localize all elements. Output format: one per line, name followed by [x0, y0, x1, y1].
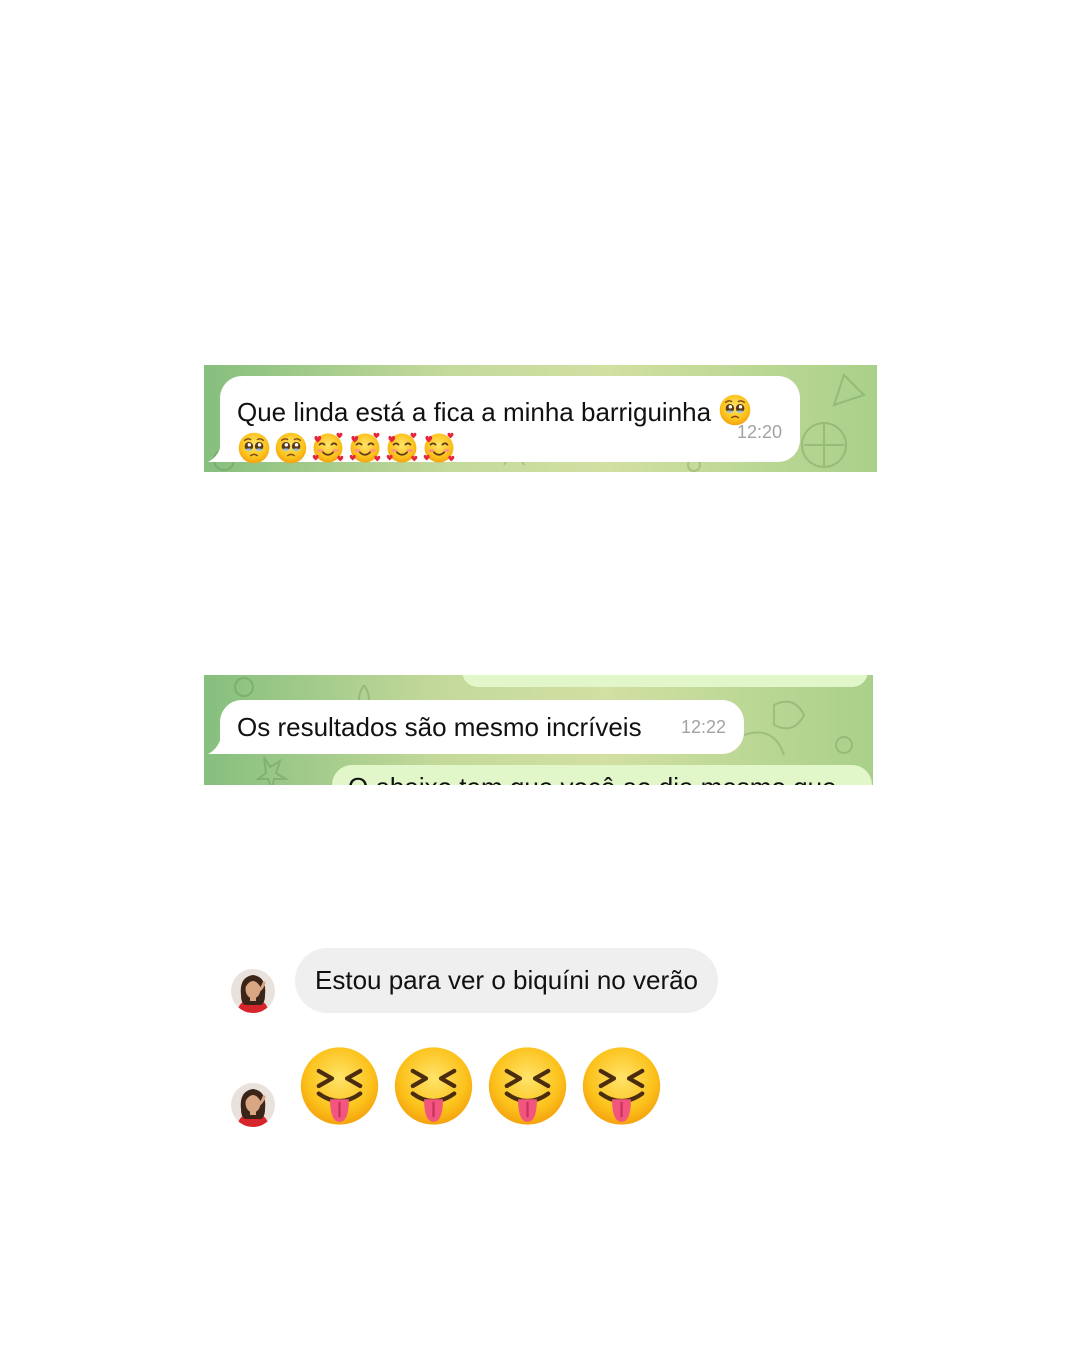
emoji-message[interactable]	[298, 1042, 663, 1130]
bubble-tail-icon	[208, 440, 230, 462]
avatar[interactable]	[231, 1083, 275, 1127]
smiling-face-with-hearts-icon	[385, 431, 419, 472]
smiling-face-with-hearts-icon	[422, 431, 456, 472]
received-message-bubble[interactable]: Que linda está a fica a minha barriguinh…	[208, 376, 800, 462]
sent-message-bubble-partial[interactable]: O abaixo tem que você ao dia mesmo que	[332, 765, 872, 785]
emoji-line	[237, 431, 459, 472]
message-text-line-1: Que linda está a fica a minha barriguinh…	[237, 393, 755, 436]
message-text-cropped: O abaixo tem que você ao dia mesmo que	[348, 772, 837, 785]
received-message-bubble[interactable]: Estou para ver o biquíni no verão	[295, 948, 719, 1013]
message-text: Os resultados são mesmo incríveis	[237, 712, 642, 742]
squinting-face-with-tongue-icon	[486, 1042, 569, 1130]
bubble-tail-icon	[208, 732, 230, 754]
squinting-face-with-tongue-icon	[298, 1042, 381, 1130]
squinting-face-with-tongue-icon	[392, 1042, 475, 1130]
received-message-bubble[interactable]: Os resultados são mesmo incríveis 12:22	[208, 700, 744, 754]
pleading-face-icon	[237, 431, 271, 472]
message-text: Estou para ver o biquíni no verão	[315, 965, 699, 995]
message-timestamp: 12:22	[680, 717, 726, 737]
smiling-face-with-hearts-icon	[348, 431, 382, 472]
telegram-chat-panel-2: Os resultados são mesmo incríveis 12:22 …	[204, 675, 873, 785]
telegram-chat-panel-1: Que linda está a fica a minha barriguinh…	[204, 365, 877, 472]
pleading-face-icon	[274, 431, 308, 472]
message-text: Que linda está a fica a minha barriguinh…	[237, 397, 712, 427]
smiling-face-with-hearts-icon	[311, 431, 345, 472]
avatar[interactable]	[231, 969, 275, 1013]
squinting-face-with-tongue-icon	[580, 1042, 663, 1130]
sent-message-bubble-partial[interactable]	[462, 675, 868, 687]
message-timestamp: 12:20	[736, 422, 782, 442]
